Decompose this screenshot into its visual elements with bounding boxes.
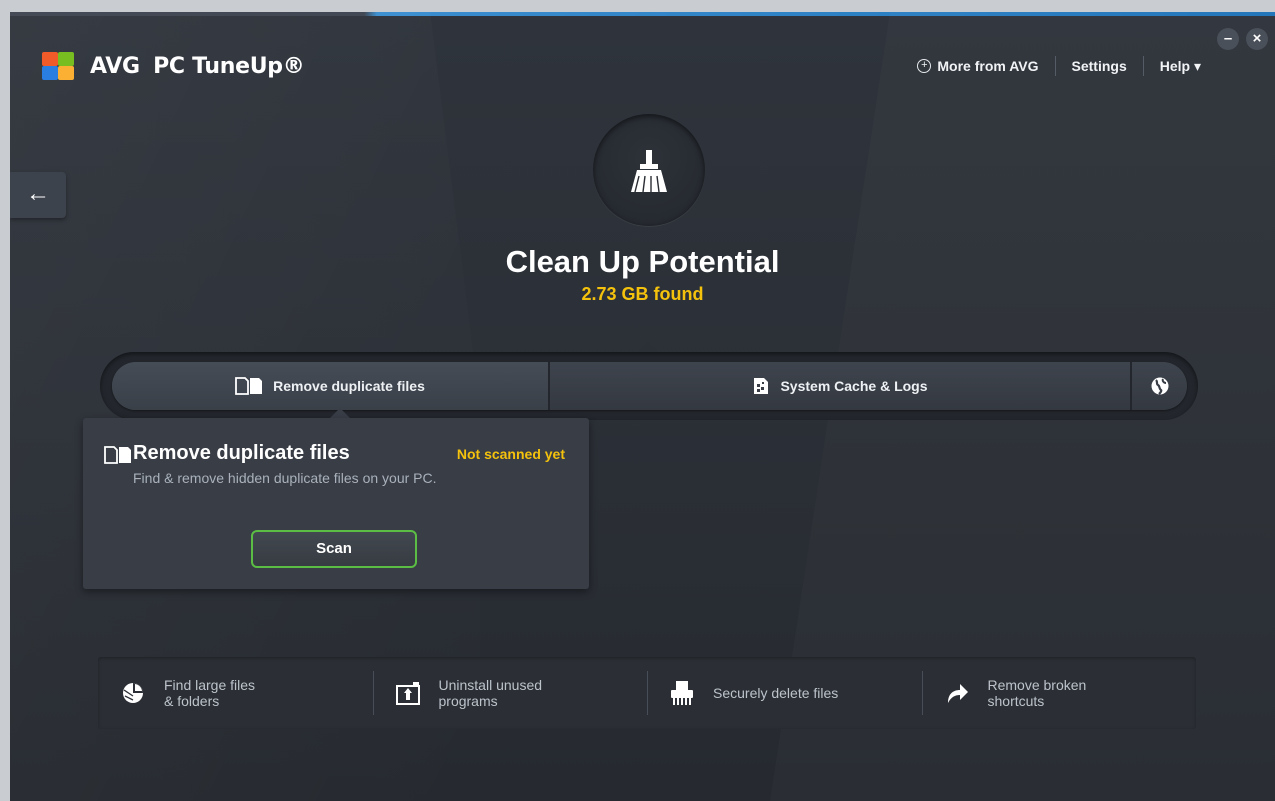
more-from-avg-link[interactable]: + More from AVG — [917, 58, 1039, 74]
tab-label: System Cache & Logs — [780, 378, 928, 394]
minimize-button[interactable]: – — [1217, 28, 1239, 50]
arrow-left-icon: ← — [26, 180, 50, 207]
nav-divider — [1142, 56, 1144, 76]
close-button[interactable]: × — [1246, 28, 1268, 50]
tool-find-large-files[interactable]: Find large files & folders — [98, 657, 373, 729]
back-button[interactable]: ← — [10, 172, 66, 218]
shortcut-arrow-icon — [944, 680, 970, 706]
shredder-icon — [669, 680, 695, 706]
tool-uninstall-programs[interactable]: Uninstall unused programs — [372, 657, 648, 729]
tab-system-cache-logs[interactable]: System Cache & Logs — [550, 362, 1132, 410]
globe-icon — [1151, 377, 1168, 395]
hero-icon-circle — [593, 114, 705, 226]
category-tabs: Remove duplicate files System Cache & Lo… — [112, 362, 1187, 410]
duplicate-files-icon — [104, 446, 131, 464]
avg-logo-icon — [40, 50, 84, 82]
more-from-avg-label: More from AVG — [937, 58, 1039, 74]
scan-status-badge: Not scanned yet — [456, 446, 565, 462]
header-nav: + More from AVG Settings Help ▾ — [917, 56, 1201, 76]
tool-remove-broken-shortcuts[interactable]: Remove broken shortcuts — [921, 657, 1197, 729]
tab-label: Remove duplicate files — [273, 378, 425, 394]
quick-tools-bar: Find large files & folders Uninstall unu… — [98, 657, 1196, 729]
app-title: AVG PC TuneUp® — [90, 53, 305, 79]
tool-label: Find large files & folders — [164, 677, 256, 709]
app-logo: AVG PC TuneUp® — [40, 50, 305, 82]
duplicate-files-icon — [235, 377, 263, 395]
pie-chart-icon — [120, 680, 146, 706]
tool-securely-delete[interactable]: Securely delete files — [647, 657, 922, 729]
tool-label: Securely delete files — [713, 685, 839, 701]
panel-title: Remove duplicate files — [133, 442, 350, 464]
panel-description: Find & remove hidden duplicate files on … — [133, 470, 437, 486]
page-title: Clean Up Potential — [505, 244, 780, 279]
found-size-label: 2.73 GB found — [581, 284, 704, 304]
tab-remove-duplicate-files[interactable]: Remove duplicate files — [112, 362, 550, 410]
tab-browser-cleanup[interactable] — [1132, 362, 1187, 410]
uninstall-box-icon — [395, 680, 421, 706]
duplicate-files-panel: Remove duplicate files Not scanned yet F… — [83, 418, 589, 589]
brand-name: AVG — [90, 53, 140, 79]
cache-logs-icon — [754, 378, 769, 394]
nav-divider — [1054, 56, 1056, 76]
plus-circle-icon: + — [917, 59, 932, 73]
scan-button[interactable]: Scan — [251, 530, 417, 568]
tool-label: Uninstall unused programs — [438, 677, 543, 709]
settings-link[interactable]: Settings — [1072, 58, 1127, 74]
broom-icon — [631, 150, 667, 193]
help-menu[interactable]: Help ▾ — [1160, 58, 1201, 75]
product-name: PC TuneUp® — [153, 53, 305, 79]
tool-label: Remove broken shortcuts — [987, 677, 1087, 709]
app-window: AVG PC TuneUp® + More from AVG Settings … — [10, 12, 1275, 801]
